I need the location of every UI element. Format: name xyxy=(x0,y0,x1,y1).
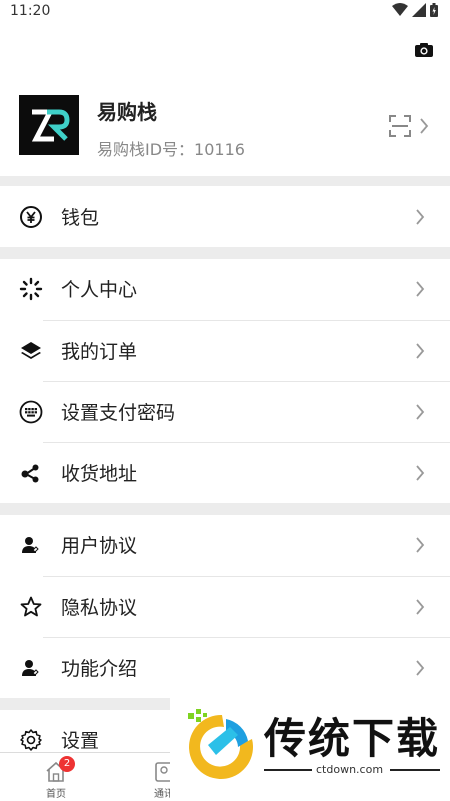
app-logo xyxy=(19,95,79,155)
watermark-line-left xyxy=(264,769,312,771)
chevron-right-icon xyxy=(416,404,425,420)
menu-item-features[interactable]: 功能介绍 xyxy=(0,638,450,698)
nav-tab-home[interactable]: 2 首页 xyxy=(26,753,86,801)
menu-item-label: 设置 xyxy=(61,730,100,752)
chevron-right-icon xyxy=(416,209,425,225)
menu-item-user-agreement[interactable]: 用户协议 xyxy=(0,515,450,575)
menu-item-label: 功能介绍 xyxy=(61,658,138,680)
notification-badge: 2 xyxy=(59,756,75,772)
menu-item-label: 隐私协议 xyxy=(61,597,138,619)
wifi-icon xyxy=(392,3,408,16)
watermark-text: 传统下载 xyxy=(264,714,441,763)
watermark-line-right xyxy=(390,769,440,771)
profile-id: 易购栈ID号：10116 xyxy=(97,140,245,159)
scan-icon xyxy=(389,115,411,137)
qr-scan-button[interactable] xyxy=(388,113,430,139)
user-icon xyxy=(22,537,39,553)
menu-item-label: 设置支付密码 xyxy=(61,402,176,424)
nav-label: 首页 xyxy=(46,789,66,800)
menu-item-my-orders[interactable]: 我的订单 xyxy=(0,321,450,381)
status-bar: 11:20 xyxy=(0,0,450,26)
menu-item-address[interactable]: 收货地址 xyxy=(0,443,450,503)
profile-header[interactable]: 易购栈 易购栈ID号：10116 xyxy=(0,80,450,172)
status-time: 11:20 xyxy=(10,3,51,19)
camera-button[interactable] xyxy=(414,40,434,60)
section-gap xyxy=(0,503,450,515)
chevron-right-icon xyxy=(416,537,425,553)
watermark-overlay: 传统下载 ctdown.com xyxy=(170,697,450,800)
chevron-right-icon xyxy=(416,599,425,615)
menu-item-label: 个人中心 xyxy=(61,279,138,301)
section-gap xyxy=(0,176,450,186)
gear-icon xyxy=(20,729,42,751)
loading-spinner-icon xyxy=(19,277,43,301)
status-icons xyxy=(392,3,438,17)
signal-icon xyxy=(412,3,426,17)
user-icon xyxy=(22,660,39,676)
section-gap xyxy=(0,247,450,259)
watermark-logo-icon xyxy=(188,709,254,779)
menu-item-set-pay-password[interactable]: 设置支付密码 xyxy=(0,382,450,442)
menu-item-label: 钱包 xyxy=(61,207,100,229)
watermark-url: ctdown.com xyxy=(316,763,384,776)
yuan-icon xyxy=(20,206,42,228)
chevron-right-icon xyxy=(416,281,425,297)
chevron-right-icon xyxy=(416,465,425,481)
menu-item-label: 收货地址 xyxy=(61,463,138,485)
menu-item-personal-center[interactable]: 个人中心 xyxy=(0,259,450,319)
star-icon xyxy=(20,596,42,617)
menu-item-privacy-agreement[interactable]: 隐私协议 xyxy=(0,577,450,637)
layers-icon xyxy=(21,342,41,359)
profile-name: 易购栈 xyxy=(97,100,157,124)
chevron-right-icon xyxy=(420,118,429,134)
menu-item-label: 用户协议 xyxy=(61,535,138,557)
menu-item-wallet[interactable]: 钱包 xyxy=(0,187,450,247)
chevron-right-icon xyxy=(416,343,425,359)
menu-item-label: 我的订单 xyxy=(61,341,138,363)
share-nodes-icon xyxy=(21,464,39,483)
battery-icon xyxy=(430,3,438,17)
chevron-right-icon xyxy=(416,660,425,676)
camera-icon xyxy=(415,43,433,57)
keyboard-icon xyxy=(19,400,43,424)
